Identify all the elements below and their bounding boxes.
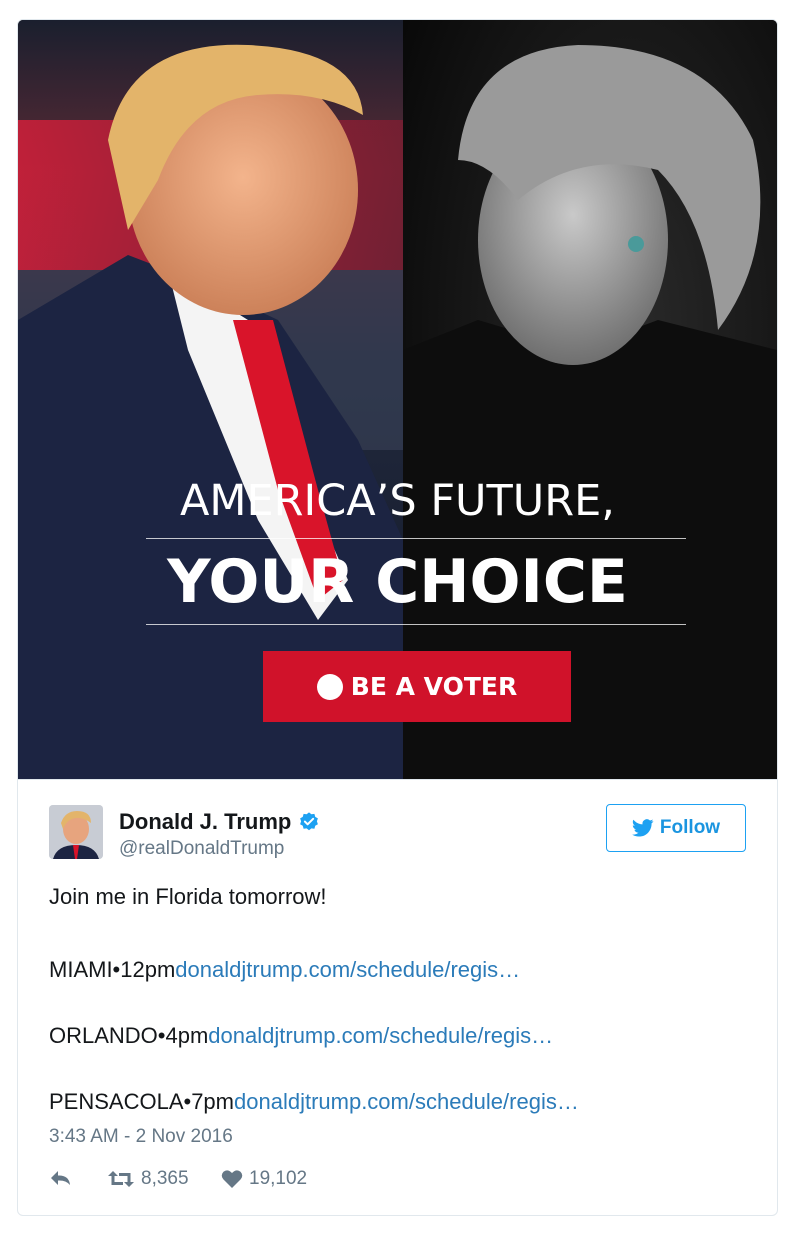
avatar[interactable] (49, 805, 103, 859)
headline-divider-bottom (146, 624, 686, 625)
author-name[interactable]: Donald J. Trump (119, 809, 320, 835)
avatar-icon (49, 805, 103, 859)
tweet-intro-text: Join me in Florida tomorrow! (49, 884, 327, 909)
headline-divider-top (146, 538, 686, 539)
verified-badge-icon (298, 811, 320, 833)
tweet-line-text: ORLANDO•4pm (49, 1023, 209, 1048)
tweet-line-pensacola: PENSACOLA•7pmdonaldjtrump.com/schedule/r… (49, 1089, 579, 1115)
tweet-line-orlando: ORLANDO•4pmdonaldjtrump.com/schedule/reg… (49, 1023, 553, 1049)
tweet-line-miami: MIAMI•12pmdonaldjtrump.com/schedule/regi… (49, 957, 520, 983)
tweet-link[interactable]: donaldjtrump.com/schedule/regis… (234, 1089, 579, 1114)
tweet-link[interactable]: donaldjtrump.com/schedule/regis… (208, 1023, 553, 1048)
retweet-button[interactable]: 8,365 (107, 1168, 189, 1190)
tweet-line-text: PENSACOLA•7pm (49, 1089, 234, 1114)
image-headline-primary: AMERICA’S FUTURE, (180, 476, 615, 526)
reply-button[interactable] (49, 1168, 73, 1188)
checkmark-icon (264, 654, 343, 700)
author-handle[interactable]: @realDonaldTrump (119, 838, 284, 860)
tweet-link[interactable]: donaldjtrump.com/schedule/regis… (175, 957, 520, 982)
author-name-text: Donald J. Trump (119, 809, 292, 834)
be-a-voter-banner: BE A VOTER (263, 651, 571, 722)
tweet-media-image[interactable]: AMERICA’S FUTURE, YOUR CHOICE BE A VOTER (18, 20, 777, 780)
follow-button[interactable]: Follow (606, 804, 746, 852)
like-button[interactable]: 19,102 (221, 1168, 307, 1190)
be-a-voter-label: BE A VOTER (350, 672, 518, 701)
image-headline-secondary: YOUR CHOICE (167, 547, 628, 617)
tweet-card: AMERICA’S FUTURE, YOUR CHOICE BE A VOTER… (17, 19, 778, 1216)
tweet-line-text: MIAMI•12pm (49, 957, 176, 982)
retweet-count: 8,365 (141, 1168, 189, 1189)
retweet-icon (108, 1171, 134, 1187)
like-count: 19,102 (249, 1168, 308, 1189)
follow-button-label: Follow (659, 817, 721, 838)
tweet-timestamp[interactable]: 3:43 AM - 2 Nov 2016 (49, 1126, 233, 1148)
heart-icon (221, 1170, 243, 1188)
reply-icon (51, 1171, 70, 1185)
twitter-bird-icon (632, 819, 654, 837)
